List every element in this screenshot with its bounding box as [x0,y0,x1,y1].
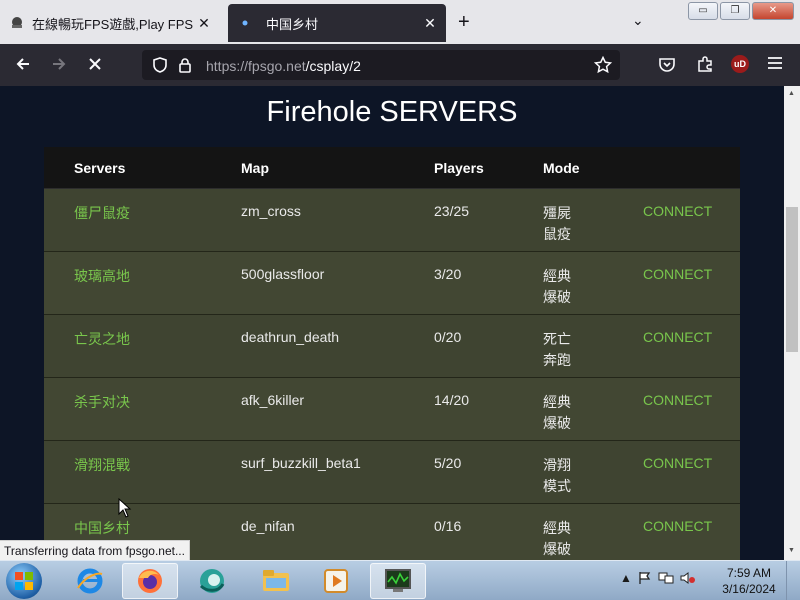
firefox-icon[interactable] [122,563,178,599]
tab-fps-games[interactable]: 在線暢玩FPS遊戲,Play FPS Gam ✕ [0,6,220,40]
game-mode: 經典爆破 [543,268,571,305]
bookmark-star-icon[interactable] [593,55,613,79]
tab-label: 在線暢玩FPS遊戲,Play FPS Gam [32,16,194,32]
map-name: deathrun_death [241,329,340,345]
volume-muted-icon[interactable] [680,571,696,588]
map-name: zm_cross [241,203,301,219]
header-players: Players [434,159,484,176]
url-text: https://fpsgo.net/csplay/2 [206,58,361,74]
pocket-icon[interactable] [658,55,676,78]
show-hidden-icons-icon[interactable]: ▲ [620,571,632,588]
site-favicon-icon [10,16,24,30]
connect-button[interactable]: CONNECT [643,266,712,282]
page-scrollbar[interactable]: ▲ ▼ [784,86,800,560]
connect-button[interactable]: CONNECT [643,392,712,408]
system-clock[interactable]: 7:59 AM 3/16/2024 [718,565,780,597]
table-row: 玻璃高地 500glassfloor 3/20 經典爆破 CONNECT [44,252,740,315]
game-mode: 滑翔模式 [543,457,571,494]
connect-button[interactable]: CONNECT [643,329,712,345]
connect-button[interactable]: CONNECT [643,518,712,534]
scroll-down-arrow-icon[interactable]: ▼ [788,547,795,554]
window-controls: ▭ ❐ ✕ [686,2,794,20]
shield-icon[interactable] [152,57,168,78]
action-center-flag-icon[interactable] [638,571,652,588]
mouse-cursor-icon [118,497,132,523]
server-name-link[interactable]: 亡灵之地 [74,329,130,349]
forward-arrow-icon[interactable] [50,55,68,78]
scroll-up-arrow-icon[interactable]: ▲ [788,90,795,97]
show-desktop-button[interactable] [786,561,800,600]
clock-date: 3/16/2024 [722,582,776,596]
server-name-link[interactable]: 杀手对决 [74,392,130,412]
loading-dot-icon [238,16,252,30]
table-body: 僵尸鼠疫 zm_cross 23/25 殭屍鼠疫 CONNECT 玻璃高地 50… [44,189,740,560]
connect-button[interactable]: CONNECT [643,203,712,219]
navigation-toolbar: https://fpsgo.net/csplay/2 uD [0,44,800,86]
header-map: Map [241,159,269,176]
map-name: afk_6killer [241,392,305,408]
windows-logo-icon [15,572,33,590]
table-row: 杀手对决 afk_6killer 14/20 經典爆破 CONNECT [44,378,740,441]
player-count: 5/20 [434,455,462,471]
game-mode: 經典爆破 [543,520,571,557]
windows-taskbar: ▲ 7:59 AM 3/16/2024 [0,560,800,600]
map-name: de_nifan [241,518,295,534]
tab-label: 中国乡村 [266,16,319,32]
media-player-icon[interactable] [308,563,364,599]
table-row: 僵尸鼠疫 zm_cross 23/25 殭屍鼠疫 CONNECT [44,189,740,252]
table-header: Servers Map Players Mode [44,147,740,189]
back-arrow-icon[interactable] [14,55,32,78]
close-window-button[interactable]: ✕ [752,2,794,20]
browser-app-icon[interactable] [184,563,240,599]
player-count: 14/20 [434,392,470,408]
server-table: Servers Map Players Mode 僵尸鼠疫 zm_cross 2… [44,147,740,560]
extensions-puzzle-icon[interactable] [696,55,714,78]
server-name-link[interactable]: 僵尸鼠疫 [74,203,130,223]
tab-active-china-village[interactable]: 中国乡村 ✕ [228,4,446,42]
page-title: Firehole SERVERS [266,96,518,128]
clock-time: 7:59 AM [726,566,772,580]
maximize-button[interactable]: ❐ [720,2,750,20]
header-mode: Mode [543,159,580,176]
server-name-link[interactable]: 滑翔混戰 [74,455,130,475]
server-name-link[interactable]: 玻璃高地 [74,266,130,286]
map-name: surf_buzzkill_beta1 [241,455,361,471]
tab-close-icon[interactable]: ✕ [420,15,440,32]
player-count: 0/20 [434,329,462,345]
task-manager-icon[interactable] [370,563,426,599]
hamburger-menu-icon[interactable] [767,55,783,76]
web-page-content: Firehole SERVERS Servers Map Players Mod… [0,86,784,560]
header-servers: Servers [74,159,126,176]
minimize-button[interactable]: ▭ [688,2,718,20]
internet-explorer-icon[interactable] [62,563,118,599]
player-count: 0/16 [434,518,462,534]
start-button[interactable] [6,563,42,599]
player-count: 23/25 [434,203,470,219]
table-row: 滑翔混戰 surf_buzzkill_beta1 5/20 滑翔模式 CONNE… [44,441,740,504]
system-tray: ▲ [620,571,696,588]
ublock-origin-icon[interactable]: uD [731,55,749,73]
table-row: 亡灵之地 deathrun_death 0/20 死亡奔跑 CONNECT [44,315,740,378]
tab-bar: 在線暢玩FPS遊戲,Play FPS Gam ✕ 中国乡村 ✕ + ⌄ ▭ ❐ … [0,0,800,44]
tab-close-icon[interactable]: ✕ [194,15,214,32]
game-mode: 經典爆破 [543,394,571,431]
lock-icon[interactable] [178,57,192,78]
map-name: 500glassfloor [241,266,325,282]
stop-loading-icon[interactable] [86,55,104,78]
file-explorer-icon[interactable] [248,563,304,599]
game-mode: 死亡奔跑 [543,331,571,368]
connect-button[interactable]: CONNECT [643,455,712,471]
player-count: 3/20 [434,266,462,282]
address-bar[interactable]: https://fpsgo.net/csplay/2 [142,50,620,80]
new-tab-button[interactable]: + [458,11,470,34]
status-bar-text: Transferring data from fpsgo.net... [0,540,190,562]
scrollbar-thumb[interactable] [786,207,798,352]
list-all-tabs-button[interactable]: ⌄ [632,12,644,29]
network-icon[interactable] [658,571,674,588]
game-mode: 殭屍鼠疫 [543,205,571,242]
